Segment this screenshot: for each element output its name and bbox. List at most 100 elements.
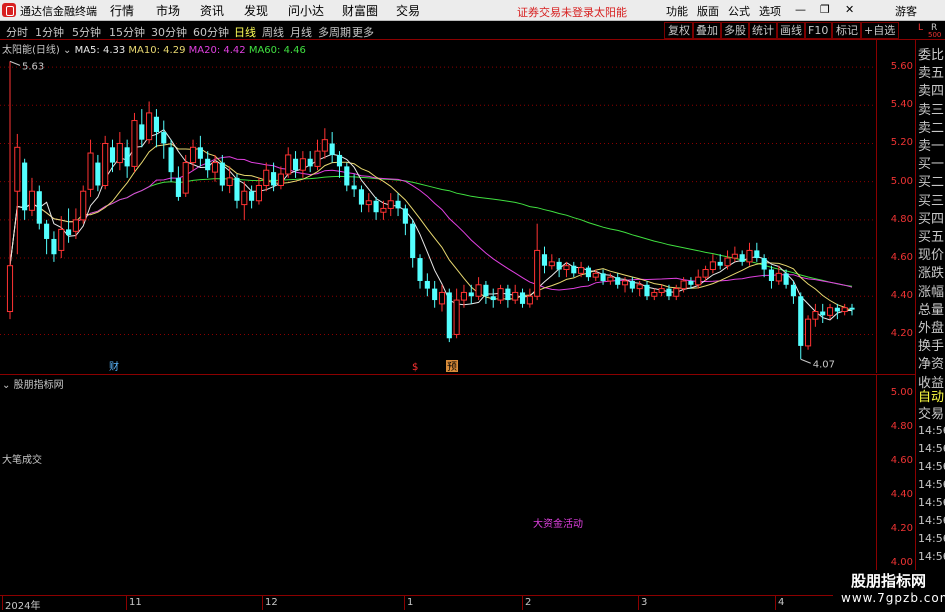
quote-field-label: 涨幅: [918, 284, 945, 300]
candle-body-down: [344, 166, 350, 186]
date-label: 4: [778, 597, 785, 608]
menu-gongneng[interactable]: 功能: [666, 3, 688, 19]
candle-body-down: [483, 284, 489, 297]
date-tick: [262, 596, 263, 610]
menu-hangqing[interactable]: 行情: [110, 2, 134, 19]
candle-body-up: [512, 291, 519, 301]
candle-body-up: [182, 162, 189, 194]
quote-field-label: 买四: [918, 211, 945, 227]
stats-button[interactable]: 统计: [748, 22, 778, 39]
candle-body-up: [263, 169, 270, 186]
candle-body-down: [205, 158, 211, 171]
period-30min[interactable]: 30分钟: [151, 24, 187, 40]
date-label: 12: [265, 597, 278, 608]
candle-body-down: [571, 265, 577, 274]
app-logo-icon: [2, 3, 16, 17]
candle-body-down: [219, 162, 225, 186]
candle-body-down: [644, 284, 650, 297]
candle-body-down: [124, 147, 130, 167]
indicator-axis-label: 4.20: [890, 523, 913, 534]
candle-body-down: [373, 200, 379, 213]
quote-field-label: 买三: [918, 193, 945, 209]
tick-time: 14:56: [918, 514, 945, 527]
candle-body-up: [226, 177, 233, 186]
candle-body-down: [197, 147, 203, 159]
indicator-axis-label: 4.00: [890, 557, 913, 568]
period-60min[interactable]: 60分钟: [193, 24, 229, 40]
candlestick-chart[interactable]: 5.63 4.07 财 $ 预: [0, 40, 876, 373]
quote-panel: 委比 卖五 卖四 卖三 卖二 卖一 买一 买二 买三 买四 买五 现价 涨跌 涨幅 总量 外盘 换手 净资 收益 自动…: [915, 40, 945, 609]
add-watchlist-button[interactable]: +自选: [860, 22, 900, 39]
draw-line-button[interactable]: 画线: [776, 22, 806, 39]
candle-body-up: [6, 265, 14, 313]
candle-body-down: [783, 273, 789, 285]
indicator-axis-label: 4.60: [890, 455, 913, 466]
close-icon[interactable]: ✕: [845, 3, 854, 16]
multi-stock-button[interactable]: 多股: [720, 22, 750, 39]
period-fenshi[interactable]: 分时: [6, 24, 28, 40]
menu-caifuquan[interactable]: 财富圈: [342, 2, 378, 19]
candle-body-down: [109, 147, 116, 163]
candle-body-up: [826, 307, 834, 316]
level-tag: 500: [928, 31, 942, 39]
candle-body-down: [51, 238, 57, 255]
big-fund-label: 大资金活动: [533, 519, 583, 530]
indicator-panel[interactable]: [0, 374, 876, 595]
menu-faxian[interactable]: 发现: [244, 2, 268, 19]
menu-xuanxiang[interactable]: 选项: [759, 3, 781, 19]
date-label: 1: [407, 597, 414, 608]
menu-jiaoyi[interactable]: 交易: [396, 2, 420, 19]
candle-body-down: [468, 292, 474, 297]
period-15min[interactable]: 15分钟: [109, 24, 145, 40]
login-status[interactable]: 证券交易未登录: [517, 4, 594, 20]
candle-body-up: [131, 120, 138, 167]
menu-gongshi[interactable]: 公式: [728, 3, 750, 19]
minimize-icon[interactable]: —: [795, 3, 806, 16]
overlay-button[interactable]: 叠加: [692, 22, 722, 39]
candle-body-down: [790, 284, 796, 297]
current-stock-name: 太阳能: [594, 6, 627, 19]
candle-body-down: [292, 158, 299, 171]
menu-zixun[interactable]: 资讯: [200, 2, 224, 19]
candle-body-up: [102, 142, 109, 186]
date-tick: [2, 596, 3, 610]
menu-bar: 通达信金融终端 行情 市场 资讯 发现 问小达 财富圈 交易 证券交易未登录 太…: [0, 0, 945, 21]
candle-body-down: [739, 254, 745, 262]
candle-body-down: [95, 162, 101, 186]
guest-label[interactable]: 游客: [895, 3, 917, 19]
candle-body-up: [548, 261, 555, 267]
candle-body-up: [673, 288, 680, 297]
candle-body-down: [849, 307, 855, 310]
period-monthly[interactable]: 月线: [290, 24, 312, 40]
candle-body-down: [490, 296, 496, 301]
adjust-button[interactable]: 复权: [664, 22, 694, 39]
restore-icon[interactable]: ❐: [820, 3, 830, 16]
indicator-toggle-icon[interactable]: ⌄: [2, 380, 10, 391]
candle-body-up: [460, 291, 468, 301]
menu-banmian[interactable]: 版面: [697, 3, 719, 19]
quote-field-label: 卖一: [918, 139, 945, 154]
price-axis-label: 4.60: [890, 252, 913, 264]
period-more[interactable]: 更多: [352, 24, 374, 40]
indicator-title[interactable]: ⌄ 股朋指标网: [2, 376, 64, 391]
f10-button[interactable]: F10: [804, 22, 833, 39]
lr-tag[interactable]: L R 500: [916, 22, 944, 40]
period-1min[interactable]: 1分钟: [35, 24, 64, 40]
candle-body-down: [761, 258, 767, 270]
low-price-label: 4.07: [813, 359, 835, 370]
period-multi[interactable]: 多周期: [318, 24, 351, 40]
period-weekly[interactable]: 周线: [262, 24, 284, 40]
trade-label[interactable]: 交易: [918, 403, 944, 422]
price-axis: 5.60 5.40 5.20 5.00 4.80 4.60 4.40 4.20: [876, 40, 915, 373]
candle-body-down: [410, 223, 416, 259]
candle-body-up: [534, 249, 541, 297]
menu-wenxiaoda[interactable]: 问小达: [288, 2, 324, 19]
ma20-line: [9, 156, 853, 291]
period-5min[interactable]: 5分钟: [72, 24, 101, 40]
period-daily[interactable]: 日线: [234, 24, 256, 40]
candle-body-down: [432, 288, 438, 301]
quote-field-label: 净资: [918, 357, 945, 373]
watermark-title: 股朋指标网: [851, 572, 927, 590]
mark-button[interactable]: 标记: [832, 22, 862, 39]
menu-shichang[interactable]: 市场: [156, 2, 180, 19]
